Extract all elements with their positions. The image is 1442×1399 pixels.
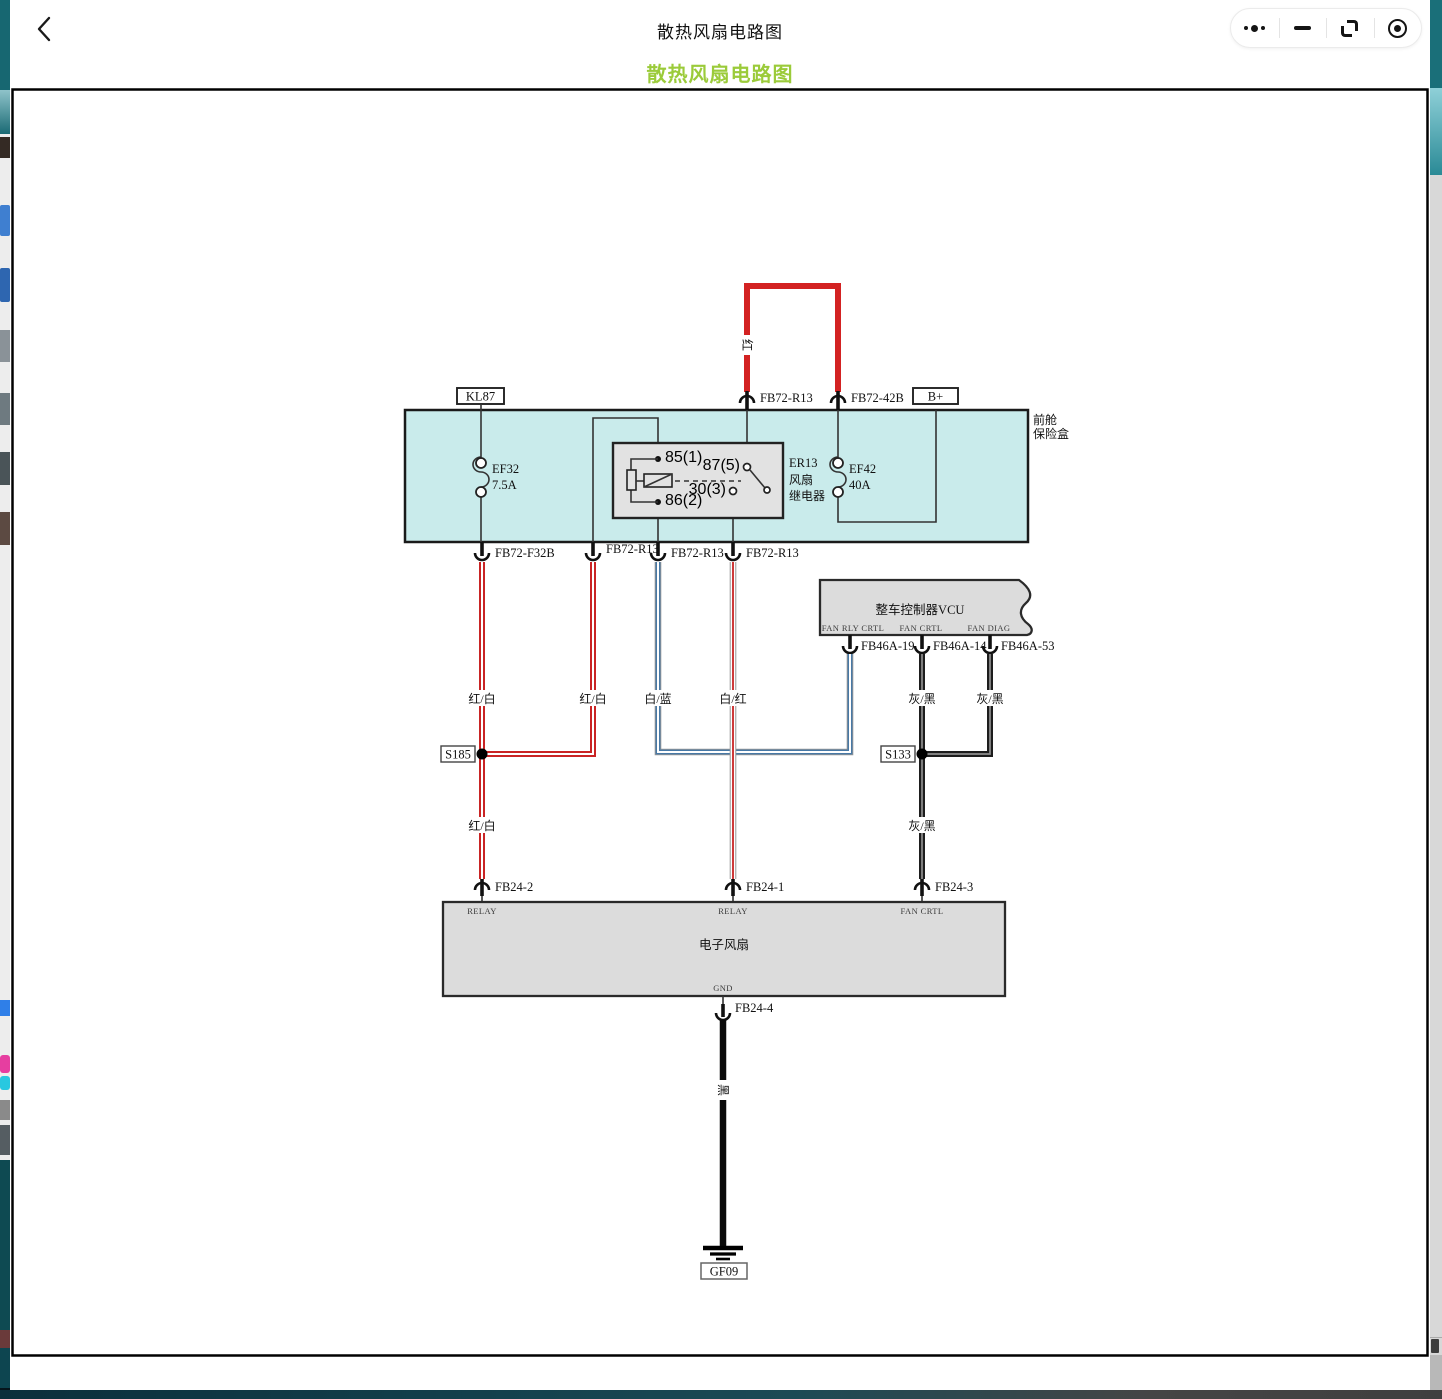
taskbar-fragment <box>0 1125 10 1155</box>
wire-color-label: 红/白 <box>468 691 495 706</box>
fan-pin-1: RELAY <box>467 906 497 916</box>
taskbar-fragment <box>0 137 10 158</box>
relay-pin-30-label: 30(3) <box>689 481 726 498</box>
desktop-fragment <box>1430 88 1442 175</box>
connector-label: FB72-F32B <box>495 546 555 560</box>
record-icon <box>1388 19 1407 38</box>
taskbar-fragment <box>0 0 10 90</box>
taskbar-fragment <box>0 512 10 545</box>
connector-label: FB24-2 <box>495 880 533 894</box>
vcu-pin-1: FAN RLY CRTL <box>822 623 884 633</box>
taskbar-fragment <box>0 1076 10 1090</box>
black-wire-color-label: 黑 <box>716 1084 730 1096</box>
connector-label: FB72-R13 <box>671 546 724 560</box>
wire-color-label: 灰/黑 <box>908 819 935 833</box>
connector-label: FB24-4 <box>735 1001 774 1015</box>
vcu-title: 整车控制器VCU <box>876 602 965 617</box>
fuse-ef42-rating: 40A <box>849 478 871 492</box>
app-window: 散热风扇电路图 散热风扇电路图 前舱 保险盒 KL87 B+ <box>10 0 1430 1390</box>
red-wire-color-label: 红 <box>740 339 755 351</box>
app-header: 散热风扇电路图 <box>10 0 1430 56</box>
screen: 散热风扇电路图 散热风扇电路图 前舱 保险盒 KL87 B+ <box>0 0 1442 1399</box>
fuse-box-label-2: 保险盒 <box>1033 426 1069 441</box>
page-title: 散热风扇电路图 <box>10 18 1430 43</box>
taskbar-fragment <box>0 268 10 302</box>
restore-icon <box>1341 20 1358 37</box>
desktop-fragment <box>1431 1339 1439 1353</box>
connector-label: FB72-R13 <box>760 391 813 405</box>
wire-color-label: 红/白 <box>579 691 606 706</box>
minimize-button[interactable] <box>1279 9 1327 47</box>
vcu-module: 整车控制器VCU FAN RLY CRTL FAN CRTL FAN DIAG <box>820 580 1032 635</box>
fuse-box: 前舱 保险盒 KL87 B+ <box>405 388 1069 542</box>
fan-title: 电子风扇 <box>699 937 749 952</box>
taskbar-fragment <box>0 1055 10 1073</box>
connector-label: FB46A-53 <box>1001 639 1054 653</box>
fuse-box-label-1: 前舱 <box>1033 412 1057 427</box>
wire-color-label: 灰/黑 <box>976 692 1003 706</box>
desktop-bottom-bar <box>0 1390 1442 1399</box>
desktop-left-strip <box>0 0 10 1399</box>
diagram-title: 散热风扇电路图 <box>10 58 1430 87</box>
relay-name-1: 风扇 <box>789 472 813 487</box>
fan-module: 电子风扇 RELAY RELAY FAN CRTL GND <box>443 902 1005 996</box>
wire-color-label: 白/红 <box>719 691 746 706</box>
wiring-diagram-canvas[interactable]: 前舱 保险盒 KL87 B+ <box>11 88 1429 1357</box>
connector-label: FB72-42B <box>851 391 904 405</box>
taskbar-fragment <box>0 1100 10 1120</box>
taskbar-fragment <box>0 1330 10 1348</box>
connector-label: FB46A-14 <box>933 639 987 653</box>
desktop-fragment <box>1430 1355 1442 1390</box>
fan-pin-3: FAN CRTL <box>901 906 944 916</box>
taskbar-fragment <box>0 452 10 485</box>
taskbar-fragment <box>0 205 10 236</box>
wire-color-label: 灰/黑 <box>908 692 935 706</box>
window-capsule <box>1230 8 1422 48</box>
wire-color-label: 白/蓝 <box>644 691 671 706</box>
fuse-ef32-rating: 7.5A <box>492 478 517 492</box>
taskbar-fragment <box>0 330 10 362</box>
splice-label: S185 <box>445 748 471 762</box>
restore-button[interactable] <box>1326 9 1374 47</box>
more-button[interactable] <box>1231 9 1279 47</box>
desktop-right-strip <box>1430 0 1442 1399</box>
bplus-terminal-label: B+ <box>928 390 943 404</box>
taskbar-fragment <box>0 1348 10 1388</box>
ground-label: GF09 <box>710 1265 738 1279</box>
taskbar-fragment <box>0 90 10 134</box>
relay-id: ER13 <box>789 456 817 470</box>
fan-pin-2: RELAY <box>718 906 748 916</box>
relay-pin-87-label: 87(5) <box>703 457 740 474</box>
splice-label: S133 <box>885 748 911 762</box>
connector-label: FB24-1 <box>746 880 784 894</box>
taskbar-fragment <box>0 1000 10 1016</box>
connector-label: FB24-3 <box>935 880 973 894</box>
relay-pin-85-label: 85(1) <box>665 449 702 466</box>
vcu-pin-2: FAN CRTL <box>900 623 943 633</box>
desktop-fragment <box>1430 1337 1442 1338</box>
taskbar-fragment <box>0 393 10 425</box>
taskbar-fragment <box>0 1160 10 1330</box>
fuse-ef42-id: EF42 <box>849 462 876 476</box>
relay-name-2: 继电器 <box>789 489 825 503</box>
vcu-pin-3: FAN DIAG <box>968 623 1011 633</box>
fan-pin-gnd: GND <box>713 983 733 993</box>
record-button[interactable] <box>1374 9 1422 47</box>
fuse-ef32-id: EF32 <box>492 462 519 476</box>
minimize-icon <box>1294 26 1311 30</box>
connector-label: FB46A-19 <box>861 639 914 653</box>
wire-color-label: 红/白 <box>468 818 495 833</box>
more-icon <box>1244 25 1265 32</box>
connector-label: FB72-R13 <box>746 546 799 560</box>
kl87-terminal-label: KL87 <box>466 390 495 404</box>
desktop-fragment <box>1430 0 1442 88</box>
